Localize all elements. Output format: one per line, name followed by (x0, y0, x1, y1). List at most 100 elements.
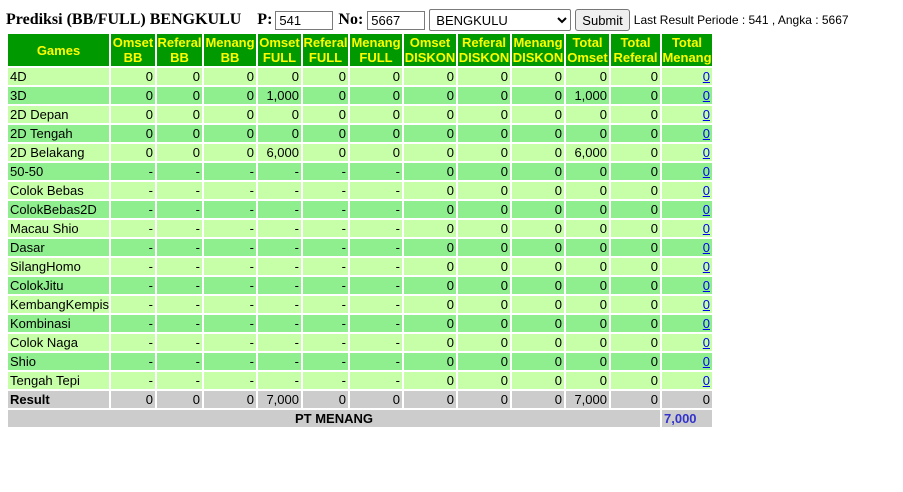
total-menang-link[interactable]: 0 (703, 126, 710, 141)
result-value-cell: 0 (350, 391, 402, 408)
value-cell: 6,000 (258, 144, 301, 161)
result-row: Result 0 0 0 7,000 0 0 0 0 0 7,000 0 0 (8, 391, 712, 408)
value-cell: 0 (350, 87, 402, 104)
value-cell: 0 (512, 163, 564, 180)
value-cell: - (111, 163, 155, 180)
total-menang-link[interactable]: 0 (703, 354, 710, 369)
submit-button[interactable]: Submit (575, 9, 630, 31)
value-cell: 0 (350, 125, 402, 142)
total-menang-link[interactable]: 0 (703, 278, 710, 293)
total-menang-link[interactable]: 0 (703, 107, 710, 122)
total-menang-link[interactable]: 0 (703, 88, 710, 103)
prediction-table: Games Omset BB Referal BB Menang BB Omset FULL Re… (6, 32, 714, 429)
total-menang-link[interactable]: 0 (703, 335, 710, 350)
value-cell: - (350, 182, 402, 199)
total-menang-link[interactable]: 0 (703, 202, 710, 217)
value-cell: - (258, 277, 301, 294)
column-header-line: BB (170, 50, 189, 65)
total-menang-link[interactable]: 0 (703, 316, 710, 331)
column-header-line: Menang (662, 50, 712, 65)
value-cell: 0 (303, 87, 348, 104)
value-cell: 0 (404, 201, 456, 218)
value-cell: 0 (611, 144, 660, 161)
period-input[interactable] (275, 10, 334, 30)
value-cell: 0 (458, 125, 510, 142)
total-menang-link[interactable]: 0 (703, 259, 710, 274)
column-header-line: Total (671, 35, 703, 50)
total-menang-link[interactable]: 0 (703, 373, 710, 388)
value-cell: 0 (258, 125, 301, 142)
pt-menang-value: 7,000 (662, 410, 712, 427)
value-cell: 0 (404, 372, 456, 389)
total-menang-link[interactable]: 0 (703, 164, 710, 179)
game-name-cell: 2D Belakang (8, 144, 109, 161)
value-cell: - (258, 296, 301, 313)
last-result-text: Last Result Periode : 541 , Angka : 5667 (633, 13, 849, 27)
total-menang-cell: 0 (662, 353, 712, 370)
total-menang-link[interactable]: 0 (703, 240, 710, 255)
value-cell: - (157, 201, 202, 218)
value-cell: 0 (566, 353, 609, 370)
total-menang-cell: 0 (662, 201, 712, 218)
total-menang-link[interactable]: 0 (703, 183, 710, 198)
value-cell: 0 (157, 144, 202, 161)
value-cell: 0 (566, 201, 609, 218)
value-cell: 0 (303, 144, 348, 161)
value-cell: - (111, 296, 155, 313)
value-cell: 0 (404, 334, 456, 351)
market-select[interactable]: BENGKULU (429, 9, 572, 31)
value-cell: 0 (258, 106, 301, 123)
value-cell: 0 (512, 296, 564, 313)
value-cell: - (157, 353, 202, 370)
result-value-cell: 0 (303, 391, 348, 408)
value-cell: - (204, 182, 256, 199)
column-header-line: Omset (567, 50, 608, 65)
column-header: Omset DISKON (404, 34, 456, 66)
column-header: Referal DISKON (458, 34, 510, 66)
value-cell: 0 (204, 144, 256, 161)
value-cell: - (111, 239, 155, 256)
total-menang-link[interactable]: 0 (703, 297, 710, 312)
value-cell: 0 (566, 220, 609, 237)
table-row: 2D Belakang 0 0 0 6,000 0 0 0 0 0 6,000 0 0 (8, 144, 712, 161)
table-row: 2D Depan 0 0 0 0 0 0 0 0 0 0 0 0 (8, 106, 712, 123)
value-cell: 0 (611, 87, 660, 104)
value-cell: 0 (404, 277, 456, 294)
value-cell: - (350, 220, 402, 237)
value-cell: - (204, 277, 256, 294)
value-cell: 0 (404, 182, 456, 199)
table-row: Shio - - - - - -0 0 0 0 0 0 (8, 353, 712, 370)
result-value-cell: 7,000 (258, 391, 301, 408)
total-menang-cell: 0 (662, 182, 712, 199)
value-cell: - (303, 220, 348, 237)
value-cell: 0 (204, 106, 256, 123)
value-cell: 0 (566, 258, 609, 275)
value-cell: 0 (458, 68, 510, 85)
total-menang-link[interactable]: 0 (703, 145, 710, 160)
result-value-cell: 7,000 (566, 391, 609, 408)
game-name-cell: Kombinasi (8, 315, 109, 332)
value-cell: 0 (111, 68, 155, 85)
total-menang-link[interactable]: 0 (703, 221, 710, 236)
game-name-cell: KembangKempis (8, 296, 109, 313)
value-cell: 0 (512, 106, 564, 123)
value-cell: 0 (611, 163, 660, 180)
value-cell: - (350, 353, 402, 370)
column-header: Total Omset (566, 34, 609, 66)
number-input[interactable] (367, 10, 426, 30)
value-cell: - (204, 220, 256, 237)
total-menang-link[interactable]: 0 (703, 69, 710, 84)
value-cell: 0 (404, 125, 456, 142)
value-cell: - (258, 239, 301, 256)
value-cell: - (204, 258, 256, 275)
value-cell: - (111, 334, 155, 351)
value-cell: - (157, 315, 202, 332)
value-cell: - (258, 334, 301, 351)
value-cell: 0 (157, 68, 202, 85)
value-cell: - (204, 334, 256, 351)
result-value-cell: 0 (157, 391, 202, 408)
game-name-cell: 50-50 (8, 163, 109, 180)
column-header-line: Referal (157, 35, 202, 50)
value-cell: 0 (512, 277, 564, 294)
value-cell: 0 (458, 144, 510, 161)
